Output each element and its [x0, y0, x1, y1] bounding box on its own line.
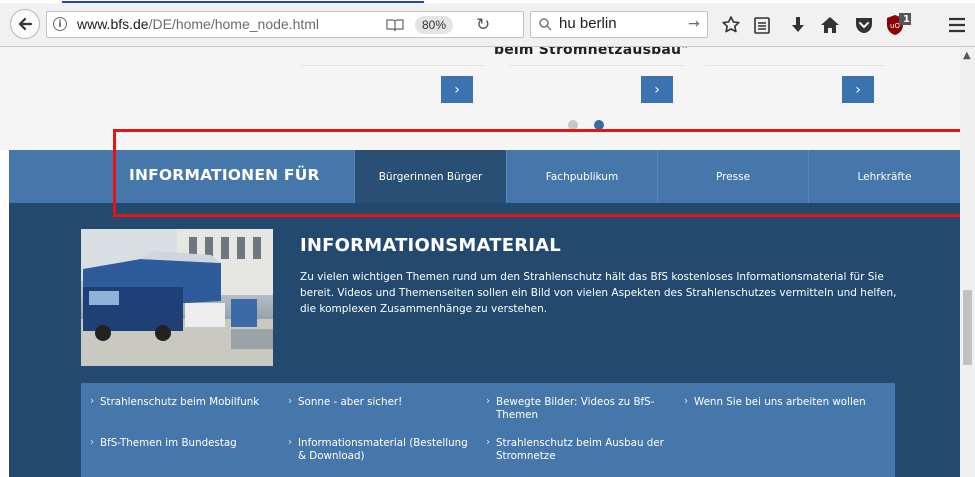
url-text[interactable]: www.bfs.de/DE/home/home_node.html [77, 16, 319, 32]
site-info-icon[interactable]: i [53, 17, 67, 31]
back-button[interactable] [10, 9, 40, 39]
link-mobilfunk[interactable]: Strahlenschutz beim Mobilfunk [90, 395, 280, 409]
web-page: beim Stromnetzausbau" › › › INFORMATIONE… [0, 47, 960, 477]
vertical-scrollbar[interactable]: ▲ [960, 47, 975, 477]
scroll-up-icon[interactable]: ▲ [963, 50, 971, 61]
link-arbeiten[interactable]: Wenn Sie bei uns arbeiten wollen [684, 395, 894, 409]
link-videos[interactable]: Bewegte Bilder: Videos zu BfS-Themen [486, 395, 666, 422]
addon-badge-count: 1 [903, 14, 910, 25]
ublock-addon-icon[interactable]: uO 1 [884, 13, 914, 37]
carousel-item-title[interactable]: beim Stromnetzausbau" [494, 47, 689, 58]
carousel-more-button[interactable]: › [842, 76, 874, 103]
carousel-divider [705, 65, 885, 66]
reader-view-icon[interactable] [386, 18, 404, 32]
search-bar[interactable]: hu berlin → [530, 11, 708, 38]
pocket-icon[interactable] [852, 13, 876, 37]
link-bundestag[interactable]: BfS-Themen im Bundestag [90, 436, 280, 450]
section-description: Zu vielen wichtigen Themen rund um den S… [300, 271, 897, 315]
back-arrow-icon [18, 17, 33, 31]
link-stromnetze[interactable]: Strahlenschutz beim Ausbau der Stromnetz… [486, 436, 686, 463]
download-icon[interactable] [786, 13, 810, 37]
carousel-more-button[interactable]: › [641, 76, 673, 103]
svg-text:uO: uO [890, 22, 900, 30]
highlight-annotation [113, 129, 960, 217]
carousel-divider [510, 65, 685, 66]
section-title: INFORMATIONSMATERIAL [300, 235, 561, 256]
browser-toolbar: i www.bfs.de/DE/home/home_node.html 80% … [0, 3, 975, 47]
home-icon[interactable] [818, 13, 842, 37]
link-sonne[interactable]: Sonne - aber sicher! [288, 395, 476, 409]
info-mobile-photo[interactable] [81, 229, 273, 366]
search-icon [539, 18, 552, 31]
reload-icon[interactable]: ↻ [476, 15, 490, 35]
url-bar[interactable]: i www.bfs.de/DE/home/home_node.html 80% … [46, 11, 524, 38]
carousel-more-button[interactable]: › [441, 76, 473, 103]
zoom-level-badge[interactable]: 80% [415, 16, 454, 34]
search-go-arrow-icon[interactable]: → [688, 16, 700, 32]
info-material-section: INFORMATIONSMATERIAL Zu vielen wichtigen… [9, 203, 960, 477]
carousel-divider [301, 65, 484, 66]
topic-links: Strahlenschutz beim Mobilfunk Sonne - ab… [81, 383, 895, 477]
bookmarks-list-icon[interactable] [750, 13, 774, 37]
link-informationsmaterial[interactable]: Informationsmaterial (Bestellung & Downl… [288, 436, 478, 463]
search-input-value[interactable]: hu berlin [559, 15, 617, 32]
scroll-thumb[interactable] [963, 290, 972, 365]
bookmark-star-icon[interactable] [719, 13, 743, 37]
menu-hamburger-icon[interactable] [945, 13, 969, 37]
